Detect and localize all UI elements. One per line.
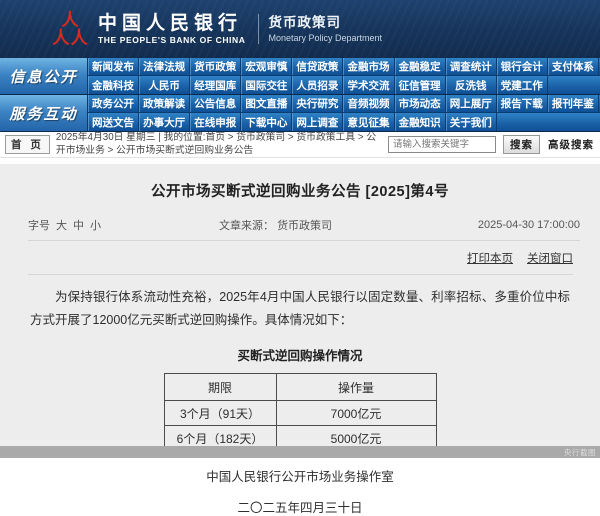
- nav-row: 金融科技人民币经理国库国际交往人员招录学术交流征信管理反洗钱党建工作: [88, 76, 600, 94]
- nav-item[interactable]: 报刊年鉴: [548, 95, 599, 112]
- nav-item[interactable]: 图文直播: [241, 95, 292, 112]
- article-tools-row: 打印本页 关闭窗口: [28, 241, 573, 275]
- nav-item[interactable]: 征信管理: [395, 76, 446, 94]
- nav-item[interactable]: 下载中心: [241, 113, 292, 131]
- nav-item[interactable]: 政务公开: [88, 95, 139, 112]
- nav-row: 政务公开政策解读公告信息图文直播央行研究音频视频市场动态网上展厅报告下载报刊年鉴: [88, 95, 600, 113]
- nav-rows: 政务公开政策解读公告信息图文直播央行研究音频视频市场动态网上展厅报告下载报刊年鉴…: [88, 95, 600, 131]
- nav-item[interactable]: 金融稳定: [395, 58, 446, 75]
- nav-item[interactable]: 金融市场: [343, 58, 394, 75]
- nav-item[interactable]: 反洗钱: [446, 76, 497, 94]
- signoff-date: 二〇二五年四月三十日: [0, 497, 600, 516]
- nav-item[interactable]: 在线申报: [190, 113, 241, 131]
- dept-names: 货币政策司 Monetary Policy Department: [269, 15, 383, 44]
- page-title: 公开市场买断式逆回购业务公告 [2025]第4号: [0, 180, 600, 201]
- nav-item[interactable]: 支付体系: [548, 58, 599, 75]
- nav-item[interactable]: 信贷政策: [292, 58, 343, 75]
- dept-name-en: Monetary Policy Department: [269, 33, 383, 44]
- nav-rows: 新闻发布法律法规货币政策宏观审慎信贷政策金融市场金融稳定调查统计银行会计支付体系…: [88, 58, 600, 94]
- svg-text:人: 人: [52, 28, 70, 49]
- table-cell: 7000亿元: [276, 401, 436, 426]
- print-page-link[interactable]: 打印本页: [467, 250, 513, 266]
- breadcrumb-bar: 首 页 2025年4月30日 星期三 | 我的位置:首页 > 货币政策司 > 货…: [0, 132, 600, 158]
- nav-item[interactable]: 报告下载: [497, 95, 548, 112]
- nav-item[interactable]: 法律法规: [139, 58, 190, 75]
- nav-item[interactable]: 网上展厅: [446, 95, 497, 112]
- nav-item[interactable]: 人民币: [139, 76, 190, 94]
- nav-item[interactable]: 政策解读: [139, 95, 190, 112]
- signoff: 中国人民银行公开市场业务操作室: [0, 466, 600, 485]
- nav-item[interactable]: 银行会计: [497, 58, 548, 75]
- article-source: 文章来源： 货币政策司: [219, 217, 332, 233]
- breadcrumb: 2025年4月30日 星期三 | 我的位置:首页 > 货币政策司 > 货币政策工…: [56, 132, 382, 156]
- nav-item[interactable]: 公告信息: [190, 95, 241, 112]
- bank-names: 中国人民银行 THE PEOPLE'S BANK OF CHINA: [98, 13, 246, 45]
- font-size-small[interactable]: 小: [90, 217, 101, 233]
- table-row: 3个月（91天）7000亿元: [164, 401, 436, 426]
- nav-group: 信息公开新闻发布法律法规货币政策宏观审慎信贷政策金融市场金融稳定调查统计银行会计…: [0, 58, 600, 95]
- table-header-cell: 期限: [164, 374, 276, 401]
- nav-row: 新闻发布法律法规货币政策宏观审慎信贷政策金融市场金融稳定调查统计银行会计支付体系: [88, 58, 600, 76]
- svg-text:人: 人: [61, 9, 79, 30]
- nav-item[interactable]: 调查统计: [446, 58, 497, 75]
- pboc-logo-icon: 人 人 人: [50, 8, 90, 50]
- nav-item[interactable]: 经理国库: [190, 76, 241, 94]
- nav-item[interactable]: 学术交流: [343, 76, 394, 94]
- operation-table: 期限操作量 3个月（91天）7000亿元6个月（182天）5000亿元: [164, 373, 437, 451]
- nav-item[interactable]: 市场动态: [395, 95, 446, 112]
- home-button[interactable]: 首 页: [5, 135, 50, 154]
- table-header-row: 期限操作量: [164, 374, 436, 401]
- nav-group: 服务互动政务公开政策解读公告信息图文直播央行研究音频视频市场动态网上展厅报告下载…: [0, 95, 600, 132]
- nav-item[interactable]: 音频视频: [343, 95, 394, 112]
- table-header-cell: 操作量: [276, 374, 436, 401]
- main-nav: 信息公开新闻发布法律法规货币政策宏观审慎信贷政策金融市场金融稳定调查统计银行会计…: [0, 58, 600, 132]
- article-datetime: 2025-04-30 17:00:00: [478, 219, 580, 231]
- site-header: 人 人 人 中国人民银行 THE PEOPLE'S BANK OF CHINA …: [0, 0, 600, 58]
- header-divider: [258, 14, 259, 44]
- bank-name-en: THE PEOPLE'S BANK OF CHINA: [98, 36, 246, 45]
- nav-item[interactable]: 国际交往: [241, 76, 292, 94]
- font-size-large[interactable]: 大: [56, 217, 67, 233]
- nav-item[interactable]: 宏观审慎: [241, 58, 292, 75]
- bank-name-cn: 中国人民银行: [98, 13, 246, 34]
- operation-table-body: 3个月（91天）7000亿元6个月（182天）5000亿元: [164, 401, 436, 451]
- nav-item[interactable]: 人员招录: [292, 76, 343, 94]
- table-cell: 3个月（91天）: [164, 401, 276, 426]
- advanced-search-link[interactable]: 高级搜索: [548, 137, 594, 152]
- nav-item[interactable]: 意见征集: [343, 113, 394, 131]
- search-input[interactable]: [388, 136, 496, 153]
- svg-text:人: 人: [70, 28, 88, 49]
- watermark-text: 央行截图: [564, 447, 596, 458]
- nav-item[interactable]: 网上调查: [292, 113, 343, 131]
- nav-item[interactable]: 党建工作: [497, 76, 548, 94]
- dept-name-cn: 货币政策司: [269, 15, 383, 31]
- font-size-label: 字号: [28, 217, 50, 233]
- nav-item[interactable]: 办事大厅: [139, 113, 190, 131]
- article-source-label: 文章来源：: [219, 220, 274, 232]
- nav-item[interactable]: 网送文告: [88, 113, 139, 131]
- nav-item[interactable]: 新闻发布: [88, 58, 139, 75]
- nav-group-label[interactable]: 服务互动: [0, 95, 88, 131]
- bottom-bar: 央行截图: [0, 446, 600, 458]
- nav-group-label[interactable]: 信息公开: [0, 58, 88, 94]
- nav-item[interactable]: 金融知识: [395, 113, 446, 131]
- nav-row: 网送文告办事大厅在线申报下载中心网上调查意见征集金融知识关于我们: [88, 113, 600, 131]
- article-meta-row: 字号 大 中 小 文章来源： 货币政策司 2025-04-30 17:00:00: [28, 217, 580, 241]
- nav-item[interactable]: 央行研究: [292, 95, 343, 112]
- article-paragraph: 为保持银行体系流动性充裕，2025年4月中国人民银行以固定数量、利率招标、多重价…: [30, 286, 570, 332]
- close-window-link[interactable]: 关闭窗口: [527, 250, 573, 266]
- operation-table-caption: 买断式逆回购操作情况: [0, 345, 600, 364]
- nav-item[interactable]: 关于我们: [446, 113, 497, 131]
- font-size-medium[interactable]: 中: [73, 217, 84, 233]
- nav-item[interactable]: 货币政策: [190, 58, 241, 75]
- search-button[interactable]: 搜索: [503, 135, 540, 154]
- article-content: 公开市场买断式逆回购业务公告 [2025]第4号 字号 大 中 小 文章来源： …: [0, 164, 600, 448]
- font-size-control: 字号 大 中 小: [28, 217, 101, 233]
- article-source-value: 货币政策司: [277, 220, 332, 232]
- nav-item[interactable]: 金融科技: [88, 76, 139, 94]
